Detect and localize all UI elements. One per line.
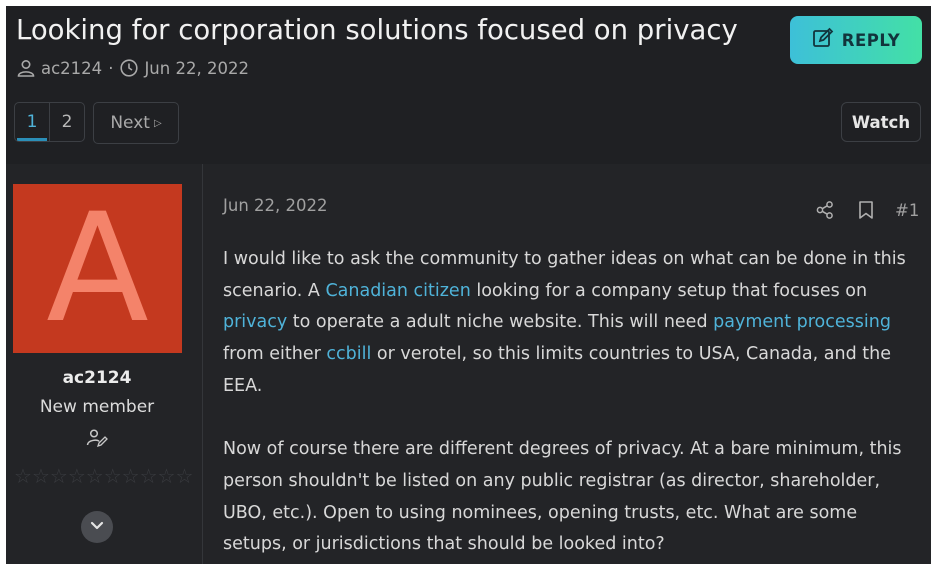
expand-user-button[interactable] <box>81 511 113 543</box>
thread-title: Looking for corporation solutions focuse… <box>16 14 738 46</box>
star-icon: ☆ <box>85 464 104 488</box>
post-content: Jun 22, 2022 #1 I would like to ask the … <box>203 164 931 564</box>
star-icon: ☆ <box>31 464 50 488</box>
avatar[interactable]: A <box>13 184 182 353</box>
watch-button[interactable]: Watch <box>841 102 921 142</box>
post-number-link[interactable]: #1 <box>895 201 919 220</box>
thread-date[interactable]: Jun 22, 2022 <box>144 59 249 78</box>
post-paragraph-1: I would like to ask the community to gat… <box>223 244 923 403</box>
reply-button[interactable]: REPLY <box>790 16 922 64</box>
star-icon: ☆ <box>175 464 194 488</box>
link-canadian-citizen[interactable]: Canadian citizen <box>325 281 470 301</box>
star-icon: ☆ <box>49 464 68 488</box>
next-arrow-icon: ▷ <box>153 117 162 129</box>
thread-meta: ac2124 · Jun 22, 2022 <box>16 56 249 80</box>
user-edit-icon <box>86 428 108 448</box>
reaction-stars: ☆ ☆ ☆ ☆ ☆ ☆ ☆ ☆ ☆ ☆ <box>14 464 193 488</box>
post-1: A ac2124 New member ☆ ☆ ☆ ☆ ☆ ☆ ☆ ☆ ☆ ☆ Jun 22, 2… <box>6 164 931 564</box>
post-username[interactable]: ac2124 <box>6 368 188 388</box>
bookmark-icon[interactable] <box>857 200 875 220</box>
thread-page: Looking for corporation solutions focuse… <box>6 6 931 564</box>
page-group: 1 2 <box>14 102 85 142</box>
link-ccbill[interactable]: ccbill <box>326 344 371 364</box>
star-icon: ☆ <box>139 464 158 488</box>
chevron-down-icon <box>89 517 105 537</box>
text-run: to operate a adult niche website. This w… <box>287 312 714 333</box>
star-icon: ☆ <box>67 464 86 488</box>
reply-label: REPLY <box>841 30 901 50</box>
edit-icon <box>812 27 842 53</box>
user-icon <box>16 58 36 78</box>
post-user-panel: A ac2124 New member ☆ ☆ ☆ ☆ ☆ ☆ ☆ ☆ ☆ ☆ <box>6 164 203 564</box>
thread-header: Looking for corporation solutions focuse… <box>6 6 931 164</box>
thread-author[interactable]: ac2124 <box>41 59 102 78</box>
user-title: New member <box>39 397 155 417</box>
link-privacy[interactable]: privacy <box>223 312 287 332</box>
post-body: I would like to ask the community to gat… <box>223 244 923 564</box>
star-icon: ☆ <box>103 464 122 488</box>
star-icon: ☆ <box>121 464 140 488</box>
star-icon: ☆ <box>157 464 176 488</box>
link-payment-processing[interactable]: payment processing <box>713 312 891 332</box>
page-2-link[interactable]: 2 <box>50 103 84 141</box>
text-run: looking for a company setup that focuses… <box>470 280 868 301</box>
text-run: from either <box>223 344 327 365</box>
clock-icon <box>119 58 139 78</box>
post-actions: #1 <box>815 200 919 220</box>
next-label: Next <box>110 113 150 133</box>
share-icon[interactable] <box>815 200 835 220</box>
page-1-link[interactable]: 1 <box>15 103 50 141</box>
meta-separator: · <box>108 58 114 78</box>
post-paragraph-2: Now of course there are different degree… <box>223 439 902 555</box>
next-page-button[interactable]: Next ▷ <box>93 102 179 144</box>
pagination: 1 2 Next ▷ <box>14 102 179 144</box>
post-date[interactable]: Jun 22, 2022 <box>223 196 328 215</box>
star-icon: ☆ <box>14 464 32 488</box>
